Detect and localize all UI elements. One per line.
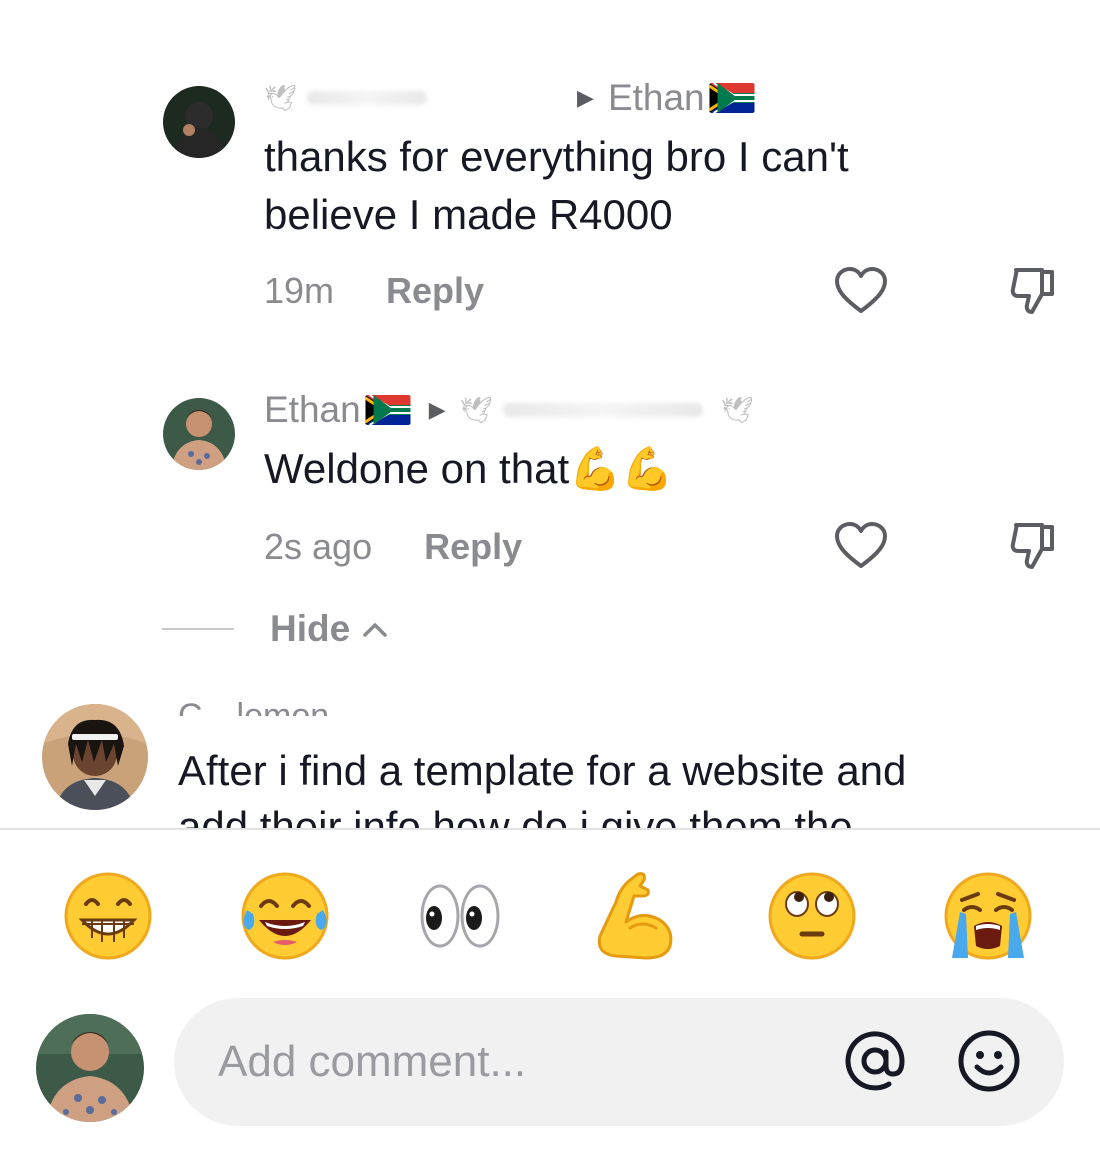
- loudly-crying-face-icon: [944, 872, 1032, 960]
- comment-meta: 19m Reply: [264, 268, 484, 314]
- comment-timestamp: 2s ago: [264, 526, 373, 567]
- shirtless-portrait-avatar-icon: [36, 1014, 144, 1122]
- hide-replies-button[interactable]: Hide: [270, 608, 388, 650]
- thumbs-down-icon: [1010, 268, 1054, 314]
- like-button[interactable]: [834, 521, 888, 571]
- top-comment-author[interactable]: C…lemon: [178, 690, 329, 716]
- smiley-icon: [958, 1030, 1020, 1092]
- comment-timestamp: 19m: [264, 270, 335, 311]
- flexed-biceps-emoji[interactable]: [586, 866, 686, 966]
- chevron-up-icon: [363, 623, 387, 637]
- grinning-face-icon: [64, 872, 152, 960]
- rolling-eyes-emoji[interactable]: [762, 866, 862, 966]
- grinning-face-emoji[interactable]: [58, 866, 158, 966]
- eyes-emoji[interactable]: [410, 866, 510, 966]
- loudly-crying-emoji[interactable]: [938, 866, 1038, 966]
- comment-meta: 2s ago Reply: [264, 524, 522, 570]
- add-comment-input[interactable]: [218, 998, 818, 1126]
- like-button[interactable]: [834, 266, 888, 316]
- avatar[interactable]: [42, 704, 148, 810]
- south-africa-flag-icon: [708, 83, 755, 113]
- thread-divider: [162, 628, 234, 630]
- tears-of-joy-face-icon: [241, 872, 329, 960]
- top-comment-text-line1: After i find a template for a website an…: [178, 747, 907, 794]
- avatar[interactable]: [163, 398, 235, 470]
- reply-arrow-icon: ▶: [428, 397, 446, 422]
- reply-button[interactable]: Reply: [424, 526, 522, 568]
- comment-text: thanks for everything bro I can't believ…: [264, 133, 849, 238]
- flexed-biceps-icon: [597, 872, 673, 960]
- at-sign-icon: [845, 1031, 905, 1091]
- emoji-picker-button[interactable]: [956, 1028, 1022, 1094]
- dove-icon: 🕊: [459, 394, 493, 425]
- heart-icon: [835, 522, 887, 568]
- dislike-button[interactable]: [1008, 266, 1062, 316]
- shirtless-portrait-avatar-icon: [163, 398, 235, 470]
- current-user-avatar[interactable]: [36, 1014, 144, 1122]
- blurred-username: [502, 403, 703, 417]
- hide-label: Hide: [270, 608, 351, 649]
- reply-arrow-icon: ▶: [577, 85, 594, 110]
- blurred-username: [307, 91, 428, 105]
- mention-button[interactable]: [842, 1028, 908, 1094]
- comment-author-row: Ethan ▶ 🕊 🕊: [264, 388, 764, 432]
- reply-to-username[interactable]: Ethan: [608, 77, 705, 119]
- comment-text: Weldone on that💪💪: [264, 445, 674, 492]
- composer-divider: [0, 828, 1100, 830]
- dove-icon: 🕊: [720, 394, 754, 425]
- reply-button[interactable]: Reply: [386, 270, 484, 312]
- comment-author-name[interactable]: Ethan: [264, 389, 361, 431]
- comment-author-row: 🕊 ▶ Ethan: [264, 76, 755, 120]
- heart-icon: [835, 267, 887, 313]
- dark-portrait-avatar-icon: [163, 86, 235, 158]
- tears-of-joy-emoji[interactable]: [235, 866, 335, 966]
- dislike-button[interactable]: [1008, 521, 1062, 571]
- avatar[interactable]: [163, 86, 235, 158]
- thumbs-down-icon: [1010, 523, 1054, 569]
- anime-portrait-avatar-icon: [42, 704, 148, 810]
- top-comment: C…lemon After i find a template for a we…: [0, 690, 1100, 828]
- quick-emoji-bar: [0, 866, 1100, 966]
- comment-composer: [174, 998, 1064, 1126]
- dove-icon: 🕊: [264, 82, 298, 113]
- eyes-icon: [420, 884, 500, 948]
- hide-replies-row: Hide: [162, 606, 388, 652]
- rolling-eyes-face-icon: [768, 872, 856, 960]
- top-comment-text-line2: add their info how do i give them the: [178, 803, 853, 828]
- south-africa-flag-icon: [364, 395, 411, 425]
